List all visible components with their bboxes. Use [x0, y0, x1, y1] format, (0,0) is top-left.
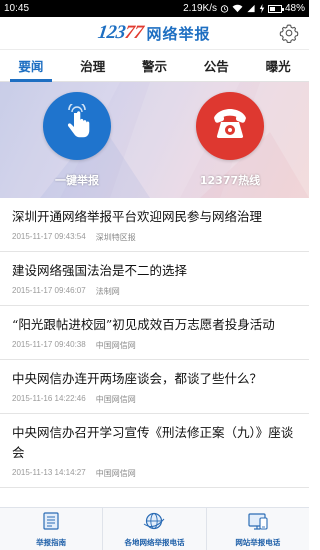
- news-title: “阳光跟帖进校园”初见成效百万志愿者投身活动: [12, 317, 275, 332]
- news-time: 2015-11-17 09:43:54: [12, 232, 86, 241]
- status-time: 10:45: [4, 3, 30, 14]
- report-label: 一键举报: [55, 174, 99, 187]
- bottom-nav: 举报指南 各地网络举报电话 网站举报电话: [0, 507, 309, 550]
- news-source: 中国网信网: [95, 395, 136, 404]
- category-tabs: 要闻 治理 警示 公告 曝光: [0, 49, 309, 82]
- news-meta: 2015-11-16 14:22:46 中国网信网: [12, 394, 297, 405]
- tab-governance[interactable]: 治理: [62, 50, 124, 81]
- nav-report-guide[interactable]: 举报指南: [0, 508, 104, 550]
- hand-pointer-icon: [59, 101, 95, 148]
- news-time: 2015-11-16 14:22:46: [12, 394, 86, 403]
- news-time: 2015-11-17 09:46:07: [12, 286, 86, 295]
- nav-label: 各地网络举报电话: [124, 537, 185, 547]
- network-speed: 2.19K/s: [183, 3, 217, 14]
- logo-number-part2: 77: [124, 22, 146, 43]
- tab-news[interactable]: 要闻: [0, 50, 62, 82]
- news-meta: 2015-11-17 09:43:54 深圳特区报: [12, 232, 297, 243]
- logo-number: 12377: [97, 22, 145, 44]
- logo-number-part1: 123: [97, 22, 128, 43]
- status-right: 2.19K/s 48%: [183, 3, 305, 14]
- nav-website-hotlines[interactable]: 网站举报电话: [207, 508, 309, 550]
- action-banner: 一键举报 12377热线: [0, 82, 309, 198]
- globe-icon: [143, 511, 165, 535]
- news-item-3[interactable]: “阳光跟帖进校园”初见成效百万志愿者投身活动 2015-11-17 09:40:…: [0, 306, 309, 360]
- news-source: 中国网信网: [95, 341, 136, 350]
- nav-label: 举报指南: [36, 537, 67, 547]
- tab-warning[interactable]: 警示: [124, 50, 186, 81]
- news-meta: 2015-11-17 09:40:38 中国网信网: [12, 340, 297, 351]
- nav-label: 网站举报电话: [235, 537, 281, 547]
- news-source: 中国网信网: [95, 469, 136, 478]
- website-phone-icon: [247, 511, 269, 535]
- news-source: 法制网: [95, 287, 120, 296]
- news-title: 深圳开通网络举报平台欢迎网民参与网络治理: [12, 209, 263, 224]
- news-time: 2015-11-13 14:14:27: [12, 468, 86, 477]
- news-item-1[interactable]: 深圳开通网络举报平台欢迎网民参与网络治理 2015-11-17 09:43:54…: [0, 198, 309, 252]
- news-item-4[interactable]: 中央网信办连开两场座谈会，都谈了些什么？ 2015-11-16 14:22:46…: [0, 360, 309, 414]
- alarm-icon: [220, 4, 229, 13]
- wifi-icon: [232, 4, 243, 13]
- hotline-label: 12377热线: [199, 174, 261, 187]
- charging-icon: [259, 4, 265, 13]
- news-title: 中央网信办召开学习宣传《刑法修正案（九）》座谈会: [12, 425, 294, 460]
- tab-exposure[interactable]: 曝光: [247, 50, 309, 81]
- report-circle: [43, 92, 111, 160]
- tab-announcement[interactable]: 公告: [185, 50, 247, 81]
- battery-percent: 48%: [284, 3, 305, 14]
- hotline-circle: [196, 92, 264, 160]
- news-source: 深圳特区报: [95, 233, 136, 242]
- telephone-icon: [210, 106, 250, 146]
- news-list: 深圳开通网络举报平台欢迎网民参与网络治理 2015-11-17 09:43:54…: [0, 198, 309, 507]
- news-title: 建设网络强国法治是不二的选择: [12, 263, 188, 278]
- gear-icon[interactable]: [279, 23, 299, 44]
- news-meta: 2015-11-13 14:14:27 中国网信网: [12, 468, 297, 479]
- news-meta: 2015-11-17 09:46:07 法制网: [12, 286, 297, 297]
- news-item-5[interactable]: 中央网信办召开学习宣传《刑法修正案（九）》座谈会 2015-11-13 14:1…: [0, 414, 309, 488]
- signal-icon: [246, 4, 256, 13]
- guide-book-icon: [41, 511, 61, 535]
- news-title: 中央网信办连开两场座谈会，都谈了些什么？: [12, 371, 263, 386]
- one-click-report-button[interactable]: 一键举报: [37, 92, 117, 188]
- app-logo: 12377 网络举报: [97, 22, 211, 44]
- app-header: 12377 网络举报: [0, 17, 309, 49]
- logo-text: 网络举报: [146, 24, 211, 43]
- hotline-button[interactable]: 12377热线: [190, 92, 270, 188]
- battery-icon: [267, 4, 284, 13]
- nav-regional-hotlines[interactable]: 各地网络举报电话: [103, 508, 207, 550]
- news-item-2[interactable]: 建设网络强国法治是不二的选择 2015-11-17 09:46:07 法制网: [0, 252, 309, 306]
- status-bar: 10:45 2.19K/s 48%: [0, 0, 309, 17]
- news-time: 2015-11-17 09:40:38: [12, 340, 86, 349]
